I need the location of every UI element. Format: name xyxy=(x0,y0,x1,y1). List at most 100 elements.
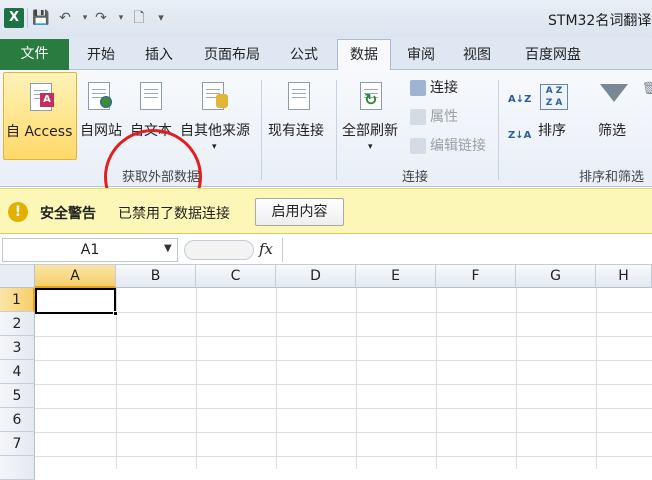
tab-file[interactable]: 文件 xyxy=(0,39,69,70)
column-header-F[interactable]: F xyxy=(436,265,516,288)
formula-bar: A1 ▼ fx xyxy=(0,235,652,265)
row-gridline xyxy=(35,432,652,433)
edit-links-icon xyxy=(410,138,426,154)
filter-funnel-icon xyxy=(600,84,628,102)
edit-links-button[interactable]: 编辑链接 xyxy=(410,136,486,156)
sort-button[interactable]: A ZZ A 排序 xyxy=(534,72,574,160)
text-file-icon xyxy=(140,82,162,110)
quick-access-separator xyxy=(27,8,28,28)
connections-icon xyxy=(410,80,426,96)
globe-icon xyxy=(100,96,112,108)
sort-ascending-button[interactable]: A↓Z xyxy=(508,90,531,110)
row-gridline xyxy=(35,336,652,337)
properties-label: 属性 xyxy=(430,109,458,125)
dropdown-arrow-icon: ▾ xyxy=(368,142,373,152)
clear-filter-icon[interactable]: 🗑 xyxy=(642,78,652,98)
column-gridline xyxy=(276,288,277,469)
row-header-4[interactable]: 4 xyxy=(0,360,35,384)
redo-dropdown-icon[interactable]: ▾ xyxy=(112,9,130,27)
column-gridline xyxy=(516,288,517,469)
security-warning-title: 安全警告 xyxy=(40,206,96,222)
worksheet-grid[interactable]: A B C D E F G H 1 2 3 4 5 6 7 xyxy=(0,265,652,480)
row-header-7[interactable]: 7 xyxy=(0,432,35,456)
tab-home[interactable]: 开始 xyxy=(82,44,120,70)
insert-function-icon[interactable]: fx xyxy=(259,240,273,258)
row-header-6[interactable]: 6 xyxy=(0,408,35,432)
edit-links-label: 编辑链接 xyxy=(430,138,486,154)
group-label-connections: 连接 xyxy=(402,170,429,185)
row-gridline xyxy=(35,456,652,457)
ribbon-panel: A 自 Access 自网站 自文本 自其他来源 ▾ 现有连接 获取外部数据 ↻… xyxy=(0,70,652,225)
column-header-G[interactable]: G xyxy=(516,265,596,288)
group-separator xyxy=(336,80,337,180)
group-label-sort-filter: 排序和筛选 xyxy=(579,170,645,185)
tab-page-layout[interactable]: 页面布局 xyxy=(198,44,266,70)
from-access-button[interactable]: A 自 Access xyxy=(3,72,77,160)
window-title: STM32名词翻译 xyxy=(548,13,652,29)
column-gridline xyxy=(436,288,437,469)
existing-connections-label: 现有连接 xyxy=(268,123,324,139)
excel-logo-icon[interactable]: X xyxy=(4,8,24,28)
row-header-1[interactable]: 1 xyxy=(0,288,35,312)
properties-icon xyxy=(410,109,426,125)
formula-input[interactable] xyxy=(282,238,652,262)
sort-label: 排序 xyxy=(538,123,566,139)
row-header-5[interactable]: 5 xyxy=(0,384,35,408)
row-header-8[interactable] xyxy=(0,456,35,480)
row-header-3[interactable]: 3 xyxy=(0,336,35,360)
name-box[interactable]: A1 xyxy=(2,238,178,262)
row-gridline xyxy=(35,360,652,361)
column-header-A[interactable]: A xyxy=(35,265,116,288)
column-header-D[interactable]: D xyxy=(276,265,356,288)
sort-descending-button[interactable]: Z↓A xyxy=(508,126,531,146)
fill-handle[interactable] xyxy=(113,311,118,316)
column-header-C[interactable]: C xyxy=(196,265,276,288)
title-bar: X 💾 ↶ ▾ ↷ ▾ 🗋 ▾ STM32名词翻译 xyxy=(0,0,652,38)
row-header-2[interactable]: 2 xyxy=(0,312,35,336)
refresh-all-button[interactable]: ↻ 全部刷新 ▾ xyxy=(340,72,404,160)
access-badge-icon: A xyxy=(40,93,54,107)
tab-view[interactable]: 视图 xyxy=(458,44,496,70)
row-gridline xyxy=(35,384,652,385)
shield-warning-icon: ! xyxy=(8,202,28,222)
column-header-B[interactable]: B xyxy=(116,265,196,288)
select-all-corner[interactable] xyxy=(0,265,35,288)
save-icon[interactable]: 💾 xyxy=(32,9,50,27)
row-gridline xyxy=(35,312,652,313)
tab-data[interactable]: 数据 xyxy=(337,39,391,71)
tab-review[interactable]: 审阅 xyxy=(402,44,440,70)
redo-icon[interactable]: ↷ xyxy=(92,9,110,27)
name-box-dropdown-icon[interactable]: ▼ xyxy=(164,243,172,254)
existing-connections-icon xyxy=(288,82,310,110)
tab-insert[interactable]: 插入 xyxy=(140,44,178,70)
filter-label: 筛选 xyxy=(598,123,626,139)
from-other-sources-label: 自其他来源 xyxy=(180,123,250,139)
connections-label: 连接 xyxy=(430,80,458,96)
tab-formulas[interactable]: 公式 xyxy=(284,44,324,70)
active-cell-A1[interactable] xyxy=(35,288,116,314)
undo-icon[interactable]: ↶ xyxy=(56,9,74,27)
group-separator xyxy=(498,80,499,180)
filter-button[interactable]: 筛选 xyxy=(592,72,636,160)
tab-baidu-netdisk[interactable]: 百度网盘 xyxy=(518,44,588,70)
enable-content-button[interactable]: 启用内容 xyxy=(255,198,344,226)
properties-button[interactable]: 属性 xyxy=(410,107,458,127)
column-header-H[interactable]: H xyxy=(596,265,652,288)
group-separator xyxy=(261,80,262,180)
refresh-all-label: 全部刷新 xyxy=(342,123,398,139)
row-gridline xyxy=(35,408,652,409)
new-document-icon[interactable]: 🗋 xyxy=(130,9,148,27)
connections-button[interactable]: 连接 xyxy=(410,78,458,98)
sort-grid-icon: A ZZ A xyxy=(540,84,568,110)
security-warning-bar: ! 安全警告 已禁用了数据连接 启用内容 xyxy=(0,188,652,234)
from-web-label: 自网站 xyxy=(80,123,122,139)
refresh-icon: ↻ xyxy=(364,90,378,109)
column-gridline xyxy=(196,288,197,469)
column-header-E[interactable]: E xyxy=(356,265,436,288)
customize-quick-access-icon[interactable]: ▾ xyxy=(152,9,170,27)
formula-bar-handle[interactable] xyxy=(184,240,254,260)
security-warning-text: 已禁用了数据连接 xyxy=(118,206,230,222)
column-gridline xyxy=(356,288,357,469)
database-cylinder-icon xyxy=(216,94,228,108)
existing-connections-button[interactable]: 现有连接 xyxy=(266,72,332,160)
